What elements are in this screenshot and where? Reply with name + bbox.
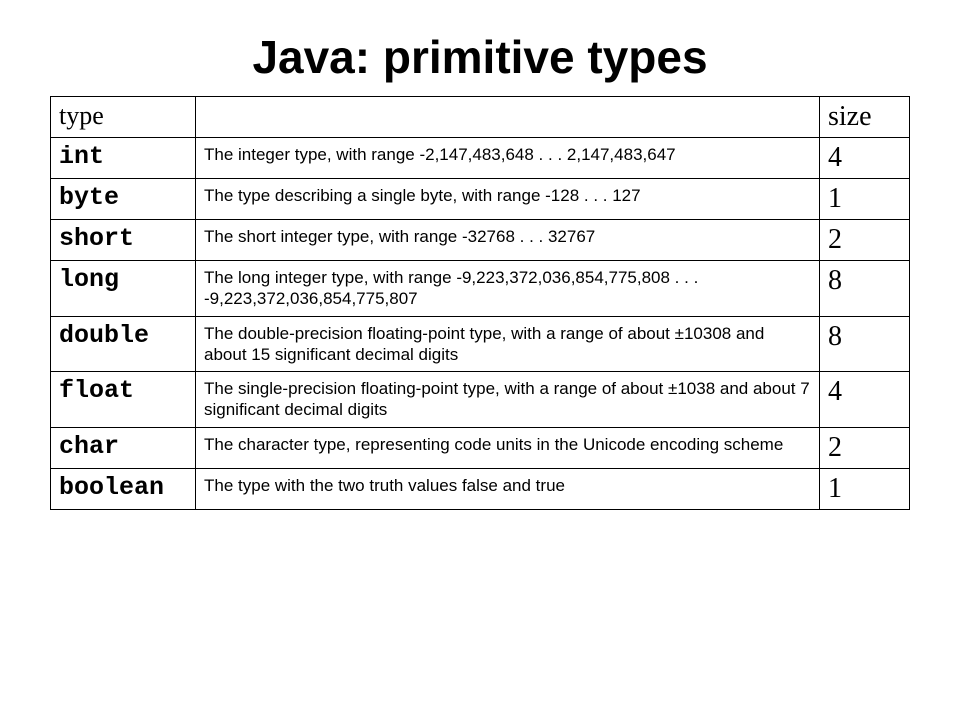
type-name: float [51, 372, 196, 428]
type-size: 2 [820, 427, 910, 468]
table-row: float The single-precision floating-poin… [51, 372, 910, 428]
type-desc: The type with the two truth values false… [196, 468, 820, 509]
type-size: 4 [820, 372, 910, 428]
type-desc: The long integer type, with range -9,223… [196, 261, 820, 317]
table-row: char The character type, representing co… [51, 427, 910, 468]
page-title: Java: primitive types [50, 30, 910, 84]
type-size: 4 [820, 138, 910, 179]
type-size: 2 [820, 220, 910, 261]
type-desc: The double-precision floating-point type… [196, 316, 820, 372]
type-size: 1 [820, 468, 910, 509]
type-desc: The character type, representing code un… [196, 427, 820, 468]
table-row: boolean The type with the two truth valu… [51, 468, 910, 509]
type-desc: The integer type, with range -2,147,483,… [196, 138, 820, 179]
header-desc [196, 97, 820, 138]
type-size: 1 [820, 179, 910, 220]
table-header-row: type size [51, 97, 910, 138]
type-name: int [51, 138, 196, 179]
table-row: short The short integer type, with range… [51, 220, 910, 261]
type-desc: The single-precision floating-point type… [196, 372, 820, 428]
header-type: type [51, 97, 196, 138]
type-size: 8 [820, 316, 910, 372]
type-desc: The short integer type, with range -3276… [196, 220, 820, 261]
table-row: byte The type describing a single byte, … [51, 179, 910, 220]
type-name: long [51, 261, 196, 317]
table-row: int The integer type, with range -2,147,… [51, 138, 910, 179]
types-table: type size int The integer type, with ran… [50, 96, 910, 510]
type-desc: The type describing a single byte, with … [196, 179, 820, 220]
type-size: 8 [820, 261, 910, 317]
type-name: char [51, 427, 196, 468]
table-row: double The double-precision floating-poi… [51, 316, 910, 372]
type-name: boolean [51, 468, 196, 509]
header-size: size [820, 97, 910, 138]
type-name: byte [51, 179, 196, 220]
table-row: long The long integer type, with range -… [51, 261, 910, 317]
type-name: double [51, 316, 196, 372]
type-name: short [51, 220, 196, 261]
